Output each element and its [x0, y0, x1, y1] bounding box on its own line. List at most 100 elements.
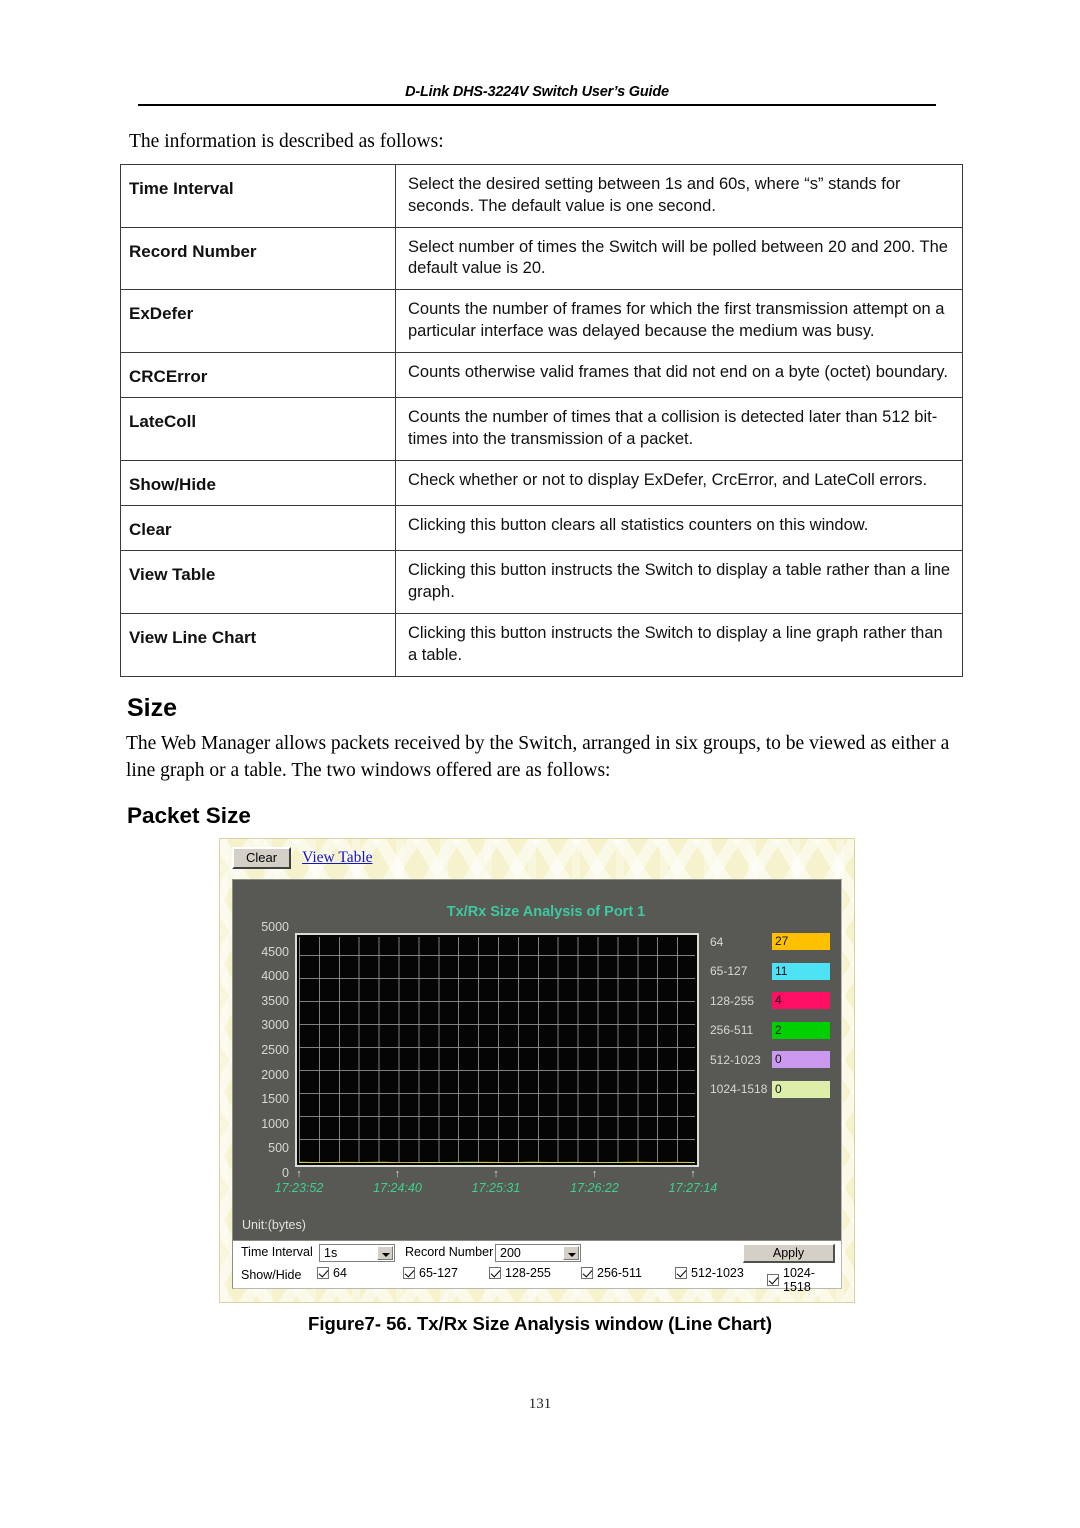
definition-cell: Clicking this button instructs the Switc… — [395, 612, 963, 677]
definition-cell: Check whether or not to display ExDefer,… — [395, 459, 963, 507]
legend-item: 128-255 4 — [710, 991, 840, 1010]
show-hide-checkbox-item[interactable]: 1024-1518 — [767, 1266, 841, 1294]
chart-title: Tx/Rx Size Analysis of Port 1 — [446, 904, 646, 920]
legend-item-swatch: 11 — [772, 962, 830, 980]
header-rule — [138, 104, 936, 106]
legend-item-swatch: 4 — [772, 992, 830, 1009]
x-axis-tick-label: 17:25:31 — [471, 1181, 521, 1195]
table-row: CRCError Counts otherwise valid frames t… — [120, 351, 963, 399]
y-axis-tick: 1000 — [261, 1116, 289, 1131]
chart-controls: Time Interval 1s Record Number 200 Apply… — [233, 1240, 841, 1294]
running-header: D-Link DHS-3224V Switch User’s Guide — [138, 84, 936, 106]
legend-item: 1024-1518 0 — [710, 1080, 840, 1099]
chevron-down-icon[interactable] — [563, 1246, 579, 1260]
checkbox-icon[interactable] — [581, 1267, 593, 1279]
term-cell: Time Interval — [120, 164, 396, 228]
record-number-select[interactable]: 200 — [495, 1244, 581, 1262]
checkbox-label: 128-255 — [505, 1266, 551, 1280]
checkbox-label: 512-1023 — [691, 1266, 744, 1280]
legend-item-value: 0 — [775, 1052, 782, 1066]
table-row: Time Interval Select the desired setting… — [120, 164, 963, 228]
x-axis-tick-marker: ↑ — [296, 1168, 302, 1180]
chart-legend: 64 27 65-127 11 128-255 4 256-511 2 512-1023 0 102… — [710, 932, 840, 1109]
term-cell: Record Number — [120, 226, 396, 291]
x-axis-tick-label: 17:23:52 — [274, 1181, 324, 1195]
apply-button[interactable]: Apply — [743, 1244, 835, 1263]
show-hide-checkbox-item[interactable]: 64 — [317, 1266, 347, 1280]
legend-item-swatch: 0 — [772, 1080, 830, 1098]
x-axis-tick-label: 17:24:40 — [373, 1181, 422, 1195]
document-page: D-Link DHS-3224V Switch User’s Guide The… — [0, 0, 1080, 1528]
y-axis-tick: 500 — [268, 1141, 289, 1156]
y-axis-tick: 4500 — [261, 944, 289, 959]
show-hide-checkbox-item[interactable]: 256-511 — [581, 1266, 642, 1280]
chart-panel: Tx/Rx Size Analysis of Port 1 5000 4500 40… — [232, 879, 842, 1294]
plot-grid — [299, 937, 695, 1163]
checkbox-icon[interactable] — [317, 1267, 329, 1279]
term-cell: ExDefer — [120, 289, 396, 353]
legend-item-label: 64 — [710, 934, 724, 949]
time-interval-value: 1s — [324, 1246, 338, 1260]
term-cell: LateColl — [120, 397, 396, 461]
time-interval-select[interactable]: 1s — [319, 1244, 395, 1262]
section-paragraph-size: The Web Manager allows packets received … — [126, 733, 950, 781]
table-row: ExDefer Counts the number of frames for … — [120, 289, 963, 353]
table-row: Show/Hide Check whether or not to displa… — [120, 459, 963, 507]
embedded-screenshot: Clear View Table Tx/Rx Size Analysis of … — [219, 838, 855, 1303]
checkbox-icon[interactable] — [767, 1274, 779, 1286]
chart-plot-area — [295, 933, 699, 1167]
plot-frame — [295, 933, 699, 1167]
legend-item-value: 11 — [775, 963, 788, 978]
description-table: Time Interval Select the desired setting… — [120, 164, 963, 677]
legend-item: 512-1023 0 — [710, 1050, 840, 1069]
checkbox-label: 1024-1518 — [783, 1266, 815, 1294]
definition-cell: Counts otherwise valid frames that did n… — [395, 351, 963, 399]
checkbox-icon[interactable] — [675, 1267, 687, 1279]
chevron-down-icon[interactable] — [377, 1246, 393, 1260]
term-cell: Show/Hide — [120, 459, 396, 507]
chart-series-svg — [299, 1161, 695, 1163]
legend-item-swatch: 2 — [772, 1021, 830, 1039]
show-hide-checkbox-item[interactable]: 512-1023 — [675, 1266, 744, 1280]
x-axis-tick-marker: ↑ — [690, 1168, 696, 1180]
y-axis-tick: 1500 — [261, 1092, 289, 1107]
table-row: Clear Clicking this button clears all st… — [120, 504, 963, 552]
legend-item-label: 1024-1518 — [710, 1082, 768, 1096]
definition-cell: Clicking this button instructs the Switc… — [395, 550, 963, 614]
view-table-link[interactable]: View Table — [302, 849, 372, 867]
legend-item: 256-511 2 — [710, 1021, 840, 1040]
show-hide-checkbox-item[interactable]: 128-255 — [489, 1266, 551, 1280]
x-axis-tick-label: 17:26:22 — [570, 1181, 619, 1195]
legend-item-value: 2 — [775, 1022, 782, 1037]
table-row: View Table Clicking this button instruct… — [120, 550, 963, 614]
y-axis-tick: 2500 — [261, 1043, 289, 1057]
record-number-label: Record Number — [405, 1245, 494, 1259]
running-header-text: D-Link DHS-3224V Switch User’s Guide — [405, 84, 669, 100]
checkbox-icon[interactable] — [403, 1267, 415, 1279]
definition-cell: Counts the number of frames for which th… — [395, 289, 963, 353]
legend-item-label: 256-511 — [710, 1023, 754, 1037]
y-axis-tick: 2000 — [261, 1067, 289, 1082]
description-table-body: Time Interval Select the desired setting… — [120, 164, 963, 677]
legend-item-swatch: 27 — [772, 933, 830, 950]
term-cell: CRCError — [120, 351, 396, 399]
chart-controls-row-showhide: Show/Hide 64 65-127 128-255 256-511 512-1023… — [233, 1266, 841, 1294]
show-hide-label: Show/Hide — [241, 1268, 302, 1282]
x-axis-tick-marker: ↑ — [591, 1168, 598, 1180]
page-number: 131 — [528, 1396, 552, 1412]
y-axis-tick: 4000 — [261, 969, 289, 984]
chart-unit-label: Unit:(bytes) — [242, 1218, 306, 1232]
checkbox-label: 65-127 — [419, 1266, 458, 1280]
section-heading-packet-size: Packet Size — [127, 803, 251, 828]
time-interval-label: Time Interval — [241, 1245, 313, 1259]
legend-item-value: 27 — [775, 934, 789, 948]
clear-button[interactable]: Clear — [232, 847, 292, 869]
checkbox-icon[interactable] — [489, 1267, 501, 1279]
legend-item-label: 512-1023 — [710, 1052, 761, 1067]
intro-paragraph: The information is described as follows: — [129, 131, 444, 152]
legend-item-value: 4 — [775, 993, 782, 1007]
y-axis-tick: 5000 — [261, 920, 289, 934]
legend-item-label: 65-127 — [710, 964, 748, 978]
show-hide-checkbox-item[interactable]: 65-127 — [403, 1266, 458, 1280]
definition-cell: Clicking this button clears all statisti… — [395, 504, 963, 552]
